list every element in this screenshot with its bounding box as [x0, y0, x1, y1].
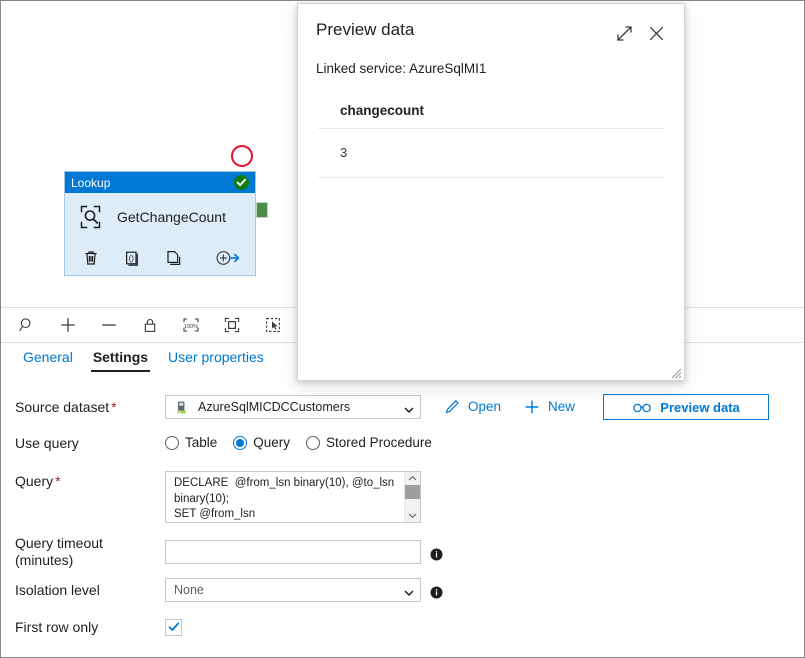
tab-settings[interactable]: Settings: [83, 344, 158, 374]
radio-option-table[interactable]: Table: [165, 436, 217, 450]
lock-icon[interactable]: [138, 313, 162, 337]
table-row: 3: [318, 129, 664, 178]
info-icon[interactable]: [430, 548, 443, 561]
radio-label-stored-procedure: Stored Procedure: [326, 435, 432, 451]
marquee-select-icon[interactable]: [261, 313, 285, 337]
lookup-magnifier-icon: [78, 203, 108, 231]
tab-general[interactable]: General: [13, 344, 83, 374]
glasses-icon: [632, 400, 652, 414]
row-isolation-level: Isolation level None: [1, 571, 804, 609]
required-asterisk: *: [111, 398, 117, 415]
settings-form: Source dataset* AzureSqlMICDCCustomers: [1, 389, 804, 645]
preview-data-panel: Preview data Linked service: AzureSqlMI1…: [297, 3, 685, 381]
row-query: Query * DECLARE @from_lsn binary(10), @to…: [1, 461, 804, 533]
svg-text:(): (): [129, 254, 135, 263]
database-icon: [174, 400, 189, 415]
radio-mark: [165, 436, 179, 450]
pencil-icon: [443, 398, 461, 416]
source-dataset-select[interactable]: AzureSqlMICDCCustomers: [165, 395, 421, 419]
open-dataset-button[interactable]: Open: [443, 398, 501, 416]
radio-label-table: Table: [185, 435, 218, 451]
preview-panel-header: Preview data: [298, 4, 684, 46]
radio-label-query: Query: [253, 435, 291, 451]
activity-name-label: GetChangeCount: [117, 209, 226, 225]
open-dataset-label: Open: [468, 399, 502, 415]
query-textarea[interactable]: DECLARE @from_lsn binary(10), @to_lsn bi…: [165, 471, 421, 523]
fit-to-screen-icon[interactable]: [220, 313, 244, 337]
zoom-100-icon[interactable]: 100%: [179, 313, 203, 337]
isolation-level-value: None: [174, 583, 204, 597]
activity-node-header: Lookup: [65, 172, 255, 193]
annotation-circle-icon: [231, 145, 253, 167]
required-asterisk: *: [55, 473, 61, 489]
radio-option-query[interactable]: Query: [233, 436, 290, 450]
scroll-down-icon[interactable]: [408, 509, 417, 522]
preview-data-table: changecount 3: [298, 77, 684, 178]
trash-icon[interactable]: [81, 248, 101, 268]
row-query-timeout: Query timeout (minutes): [1, 533, 804, 571]
svg-text:100%: 100%: [184, 324, 198, 330]
query-timeout-label: Query timeout (minutes): [15, 535, 103, 568]
radio-mark: [306, 436, 321, 450]
use-query-label: Use query: [15, 434, 79, 451]
close-icon[interactable]: [642, 20, 670, 46]
app-root: Lookup GetChangeCount () 100% General Se…: [0, 0, 805, 658]
source-dataset-value: AzureSqlMICDCCustomers: [198, 400, 351, 414]
isolation-level-select[interactable]: None: [165, 578, 421, 602]
row-source-dataset: Source dataset* AzureSqlMICDCCustomers: [1, 389, 804, 425]
activity-node-body: GetChangeCount: [65, 193, 255, 241]
activity-node-actions: (): [65, 241, 255, 275]
plus-icon: [523, 398, 541, 416]
first-row-only-checkbox[interactable]: [165, 618, 182, 636]
chevron-down-icon: [404, 585, 414, 596]
preview-panel-title: Preview data: [316, 20, 415, 39]
check-icon: [234, 175, 249, 190]
panel-resize-handle[interactable]: [670, 366, 682, 379]
info-icon[interactable]: [430, 586, 443, 599]
radio-mark: [233, 436, 248, 450]
activity-type-label: Lookup: [71, 175, 111, 190]
query-timeout-input[interactable]: [165, 540, 421, 564]
expand-diagonal-icon[interactable]: [610, 20, 638, 46]
add-output-arrow-icon[interactable]: [215, 248, 241, 268]
query-label: Query *: [15, 473, 61, 489]
use-query-radio-group: Table Query Stored Procedure: [165, 436, 448, 450]
linked-service-label: Linked service: AzureSqlMI1: [316, 61, 487, 76]
source-dataset-label: Source dataset *: [15, 398, 117, 415]
isolation-level-label: Isolation level: [15, 581, 100, 598]
chevron-down-icon: [404, 402, 414, 413]
preview-data-label: Preview data: [660, 399, 740, 415]
row-use-query: Use query Table Query Stored Procedure: [1, 425, 804, 461]
copy-icon[interactable]: [163, 248, 183, 268]
table-column-header: changecount: [318, 103, 664, 130]
query-text-value: DECLARE @from_lsn binary(10), @to_lsn bi…: [174, 477, 395, 521]
preview-data-button[interactable]: Preview data: [603, 394, 770, 420]
tab-user-properties[interactable]: User properties: [158, 344, 274, 374]
search-icon[interactable]: [15, 313, 39, 337]
new-dataset-label: New: [548, 399, 576, 415]
activity-node-lookup[interactable]: Lookup GetChangeCount (): [64, 171, 256, 276]
scroll-up-icon[interactable]: [408, 472, 417, 485]
row-first-row-only: First row only: [1, 609, 804, 645]
first-row-only-label: First row only: [15, 618, 99, 635]
activity-output-connector[interactable]: [256, 202, 268, 218]
minus-icon[interactable]: [97, 313, 121, 337]
code-brackets-icon[interactable]: (): [122, 248, 142, 268]
radio-option-stored-procedure[interactable]: Stored Procedure: [306, 436, 432, 450]
query-scrollbar[interactable]: [404, 472, 420, 522]
scrollbar-thumb[interactable]: [405, 485, 420, 499]
new-dataset-button[interactable]: New: [523, 398, 575, 416]
plus-icon[interactable]: [56, 313, 80, 337]
